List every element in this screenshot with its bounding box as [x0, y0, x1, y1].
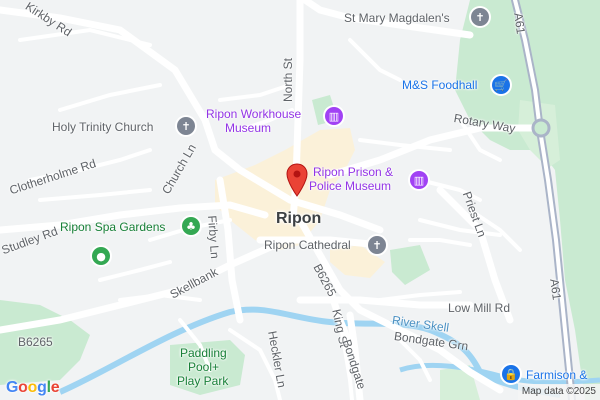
road-label-low-mill-rd: Low Mill Rd — [448, 301, 511, 315]
poi-ms-foodhall[interactable]: M&S Foodhall — [402, 78, 477, 92]
poi-prison-line1[interactable]: Ripon Prison & — [313, 165, 393, 179]
park-dot-icon[interactable]: ● — [92, 247, 110, 265]
location-marker-pin[interactable] — [286, 163, 308, 197]
road-label-north-st: North St — [281, 57, 295, 102]
museum-icon[interactable]: ▥ — [410, 171, 428, 189]
cross-icon[interactable]: ✝ — [177, 117, 195, 135]
road-label-b6265-west: B6265 — [18, 335, 53, 349]
google-logo-g: G — [6, 379, 19, 396]
poi-ripon-cathedral[interactable]: Ripon Cathedral — [264, 238, 351, 252]
shopping-cart-icon[interactable]: 🛒 — [492, 76, 510, 94]
poi-holy-trinity-church[interactable]: Holy Trinity Church — [52, 120, 153, 134]
map-canvas[interactable] — [0, 0, 600, 400]
poi-paddling-line1[interactable]: Paddling — [180, 346, 227, 360]
road-label-a61-north: A61 — [511, 11, 528, 35]
poi-paddling-line2[interactable]: Pool+ — [188, 360, 219, 374]
poi-farmison[interactable]: Farmison & — [526, 368, 587, 382]
google-logo-g2: g — [37, 379, 47, 396]
roundabout — [531, 118, 551, 138]
city-label-ripon: Ripon — [276, 210, 322, 227]
google-logo-o2: o — [27, 379, 38, 396]
map-attribution[interactable]: Map data ©2025 — [517, 384, 600, 400]
road-label-firby-ln: Firby Ln — [205, 214, 223, 260]
poi-workhouse-line2[interactable]: Museum — [225, 121, 271, 135]
cross-icon[interactable]: ✝ — [471, 8, 489, 26]
cross-icon[interactable]: ✝ — [368, 236, 386, 254]
tree-icon[interactable]: ♣ — [182, 217, 200, 235]
lock-icon[interactable]: 🔒 — [502, 365, 520, 383]
google-logo-e: e — [50, 379, 60, 396]
google-logo-o1: o — [18, 379, 28, 396]
poi-paddling-line3[interactable]: Play Park — [177, 374, 228, 388]
museum-icon[interactable]: ▥ — [325, 107, 343, 125]
poi-prison-line2[interactable]: Police Museum — [309, 179, 391, 193]
poi-st-mary-magdalens[interactable]: St Mary Magdalen's — [344, 11, 450, 25]
poi-ripon-spa-gardens[interactable]: Ripon Spa Gardens — [60, 220, 165, 234]
road-label-a61-south: A61 — [547, 277, 564, 301]
google-logo: Google — [6, 379, 60, 397]
poi-workhouse-line1[interactable]: Ripon Workhouse — [206, 107, 301, 121]
